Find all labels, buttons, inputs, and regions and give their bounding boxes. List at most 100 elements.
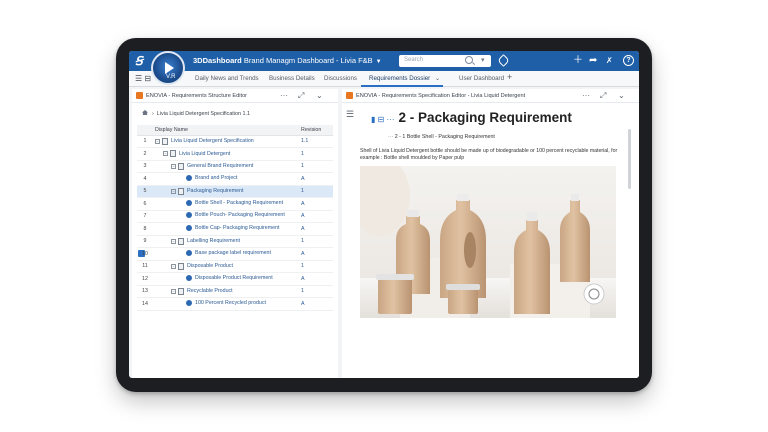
add-tab-icon[interactable]: + bbox=[507, 72, 512, 82]
breadcrumb[interactable]: › Livia Liquid Detergent Specification 1… bbox=[142, 110, 250, 117]
table-row[interactable]: 13 − Recyclable Product 1 bbox=[137, 285, 333, 298]
tab-user-dashboard[interactable]: User Dashboard bbox=[459, 75, 504, 82]
tag-icon[interactable] bbox=[497, 54, 510, 67]
revision-cell: A bbox=[299, 297, 333, 311]
tree-node[interactable]: − General Brand Requirement bbox=[153, 162, 254, 170]
column-header-display-name[interactable]: Display Name bbox=[153, 125, 299, 136]
structure-editor-panel: ENOVIA - Requirements Structure Editor ·… bbox=[132, 89, 338, 378]
sub-requirement[interactable]: ··· 2 - 1 Bottle Shell - Packaging Requi… bbox=[388, 134, 495, 140]
table-row[interactable]: 14 100 Percent Recycled product A bbox=[137, 297, 333, 311]
tree-node[interactable]: − Livia Liquid Detergent Specification bbox=[153, 137, 254, 145]
collapse-icon[interactable]: − bbox=[171, 238, 176, 244]
requirement-icon bbox=[186, 212, 192, 219]
tab-discussions[interactable]: Discussions bbox=[324, 75, 357, 82]
tree-node[interactable]: − Disposable Product bbox=[153, 262, 233, 270]
home-icon[interactable] bbox=[142, 110, 148, 115]
menu-dots-icon[interactable]: ··· bbox=[280, 91, 288, 100]
node-label: Labelling Requirement bbox=[187, 238, 241, 245]
more-icon[interactable]: ··· bbox=[388, 134, 395, 140]
collapse-icon[interactable]: − bbox=[171, 163, 176, 169]
menu-icon[interactable]: ☰ ⊟ bbox=[135, 74, 151, 83]
panel-title: ENOVIA - Requirements Structure Editor bbox=[146, 93, 248, 99]
expand-icon[interactable]: ⤢ bbox=[600, 91, 606, 101]
revision-cell: A bbox=[299, 272, 333, 286]
tablet-frame: Ꞩ 3DDashboard Brand Managm Dashboard - L… bbox=[116, 38, 652, 392]
chevron-down-icon[interactable]: ⌄ bbox=[618, 91, 625, 100]
tree-node[interactable]: Bottle Cap- Packaging Requirement bbox=[153, 224, 280, 231]
search-input[interactable]: Search ▾ bbox=[399, 55, 491, 67]
collapse-icon[interactable]: − bbox=[163, 151, 168, 157]
revision-cell: A bbox=[299, 210, 333, 223]
menu-dots-icon[interactable]: ··· bbox=[582, 91, 590, 100]
chevron-down-icon[interactable]: ⌄ bbox=[316, 91, 323, 100]
row-number: 11 bbox=[137, 260, 153, 273]
table-row[interactable]: 6 Bottle Shell - Packaging Requirement A bbox=[137, 197, 333, 211]
node-label: Brand and Project bbox=[195, 174, 238, 181]
search-icon[interactable] bbox=[465, 56, 473, 64]
table-row[interactable]: 11 − Disposable Product 1 bbox=[137, 260, 333, 273]
tree-node[interactable]: − Packaging Requirement bbox=[153, 187, 244, 195]
table-row[interactable]: 7 Bottle Pouch- Packaging Requirement A bbox=[137, 210, 333, 223]
collapse-icon[interactable]: − bbox=[155, 138, 160, 144]
tree-node[interactable]: 100 Percent Recycled product bbox=[153, 299, 266, 306]
table-row[interactable]: 9 − Labelling Requirement 1 bbox=[137, 235, 333, 248]
requirement-heading: ▮ ⊟ ··· 2 - Packaging Requirement bbox=[371, 110, 572, 125]
expand-icon[interactable]: ⤢ bbox=[298, 91, 304, 101]
revision-cell: A bbox=[299, 247, 333, 261]
table-row[interactable]: 12 Disposable Product Requirement A bbox=[137, 272, 333, 286]
tab-business-details[interactable]: Business Details bbox=[269, 75, 315, 82]
compass-icon[interactable]: V.R bbox=[151, 51, 185, 85]
row-number: 7 bbox=[137, 210, 153, 223]
table-row[interactable]: 1 − Livia Liquid Detergent Specification … bbox=[137, 135, 333, 148]
chevron-down-icon[interactable]: ▾ bbox=[481, 56, 485, 64]
add-icon[interactable]: ＋ bbox=[573, 54, 583, 68]
column-header-revision[interactable]: Revision bbox=[299, 125, 333, 136]
tree-node[interactable]: Base package label requirement bbox=[153, 249, 271, 256]
enovia-icon bbox=[136, 92, 143, 99]
table-row[interactable]: 3 − General Brand Requirement 1 bbox=[137, 160, 333, 173]
tools-icon[interactable]: ✗ bbox=[606, 54, 613, 68]
panel-header: ENOVIA - Requirements Specification Edit… bbox=[342, 89, 639, 103]
tree-node[interactable]: Bottle Pouch- Packaging Requirement bbox=[153, 212, 285, 219]
tree-node[interactable]: − Recyclable Product bbox=[153, 287, 233, 295]
tree-node[interactable]: Disposable Product Requirement bbox=[153, 274, 273, 281]
scrollbar[interactable] bbox=[628, 129, 631, 189]
tab-requirements-dossier[interactable]: Requirements Dossier bbox=[369, 75, 430, 82]
tree-node[interactable]: Bottle Shell - Packaging Requirement bbox=[153, 199, 283, 206]
share-icon[interactable]: ➦ bbox=[589, 54, 597, 68]
node-label: General Brand Requirement bbox=[187, 163, 254, 170]
chapter-icon bbox=[178, 187, 184, 195]
revision-cell: 1 bbox=[299, 185, 333, 198]
outline-toggle-icon[interactable]: ☰ bbox=[346, 109, 354, 120]
table-row[interactable]: 10 Base package label requirement A bbox=[137, 247, 333, 261]
collapse-icon[interactable]: − bbox=[171, 288, 176, 294]
chevron-down-icon[interactable]: ⌄ bbox=[435, 75, 440, 82]
node-label: Bottle Pouch- Packaging Requirement bbox=[195, 212, 285, 219]
row-number: 4 bbox=[137, 172, 153, 186]
tree-node[interactable]: Brand and Project bbox=[153, 174, 238, 181]
tree-node[interactable]: − Labelling Requirement bbox=[153, 237, 241, 245]
row-number: 10 bbox=[137, 247, 153, 261]
row-number: 5 bbox=[137, 185, 153, 198]
tree-node[interactable]: − Livia Liquid Detergent bbox=[153, 150, 230, 158]
panel-header: ENOVIA - Requirements Structure Editor ·… bbox=[132, 89, 338, 103]
tab-daily-news[interactable]: Daily News and Trends bbox=[195, 75, 259, 82]
table-row[interactable]: 4 Brand and Project A bbox=[137, 172, 333, 186]
requirement-icon bbox=[186, 274, 192, 281]
table-row-selected[interactable]: 5 − Packaging Requirement 1 bbox=[137, 185, 333, 198]
row-number: 14 bbox=[137, 297, 153, 311]
breadcrumb-item[interactable]: Livia Liquid Detergent Specification 1.1 bbox=[157, 111, 250, 117]
dashboard-title[interactable]: 3DDashboard Brand Managm Dashboard - Liv… bbox=[193, 56, 382, 65]
requirement-icon bbox=[186, 224, 192, 231]
active-tab-indicator bbox=[361, 85, 443, 87]
requirement-toolbar-icons[interactable]: ▮ ⊟ ··· bbox=[371, 115, 395, 124]
collapse-icon[interactable]: − bbox=[171, 263, 176, 269]
app-name: 3DDashboard bbox=[193, 56, 242, 65]
help-icon[interactable]: ? bbox=[623, 55, 634, 66]
table-row[interactable]: 8 Bottle Cap- Packaging Requirement A bbox=[137, 222, 333, 236]
node-label: Recyclable Product bbox=[187, 288, 233, 295]
table-row[interactable]: 2 − Livia Liquid Detergent 1 bbox=[137, 147, 333, 161]
requirement-description[interactable]: Shell of Livia Liquid Detergent bottle s… bbox=[360, 148, 620, 161]
collapse-icon[interactable]: − bbox=[171, 188, 176, 194]
revision-cell: 1 bbox=[299, 235, 333, 248]
